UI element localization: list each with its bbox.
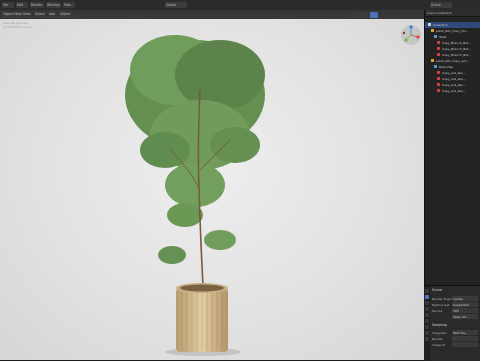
- sampling-section-header[interactable]: Sampling: [432, 323, 447, 327]
- outliner-row[interactable]: Copy_Branch_Bot...: [425, 46, 480, 52]
- material-icon: [437, 89, 440, 92]
- pot: [176, 283, 228, 352]
- outliner-row[interactable]: Collection: [425, 22, 480, 28]
- collection-icon: [428, 23, 431, 26]
- mesh-icon: [434, 35, 437, 38]
- menu-help[interactable]: Help: [63, 2, 75, 8]
- integrator-row[interactable]: Integrator Path Tra...: [432, 330, 478, 335]
- outliner-row[interactable]: Copy_ent_abs...: [425, 76, 480, 82]
- scene-tab-icon[interactable]: [425, 313, 429, 317]
- outliner-row[interactable]: plant_001_Copy_ent...: [425, 58, 480, 64]
- render-samples-field[interactable]: [452, 336, 478, 341]
- menu-file[interactable]: File: [2, 2, 14, 8]
- material-icon: [437, 53, 440, 56]
- outliner-row[interactable]: Copy_Branch_Bot...: [425, 52, 480, 58]
- viewport-samples-row[interactable]: Viewport: [432, 342, 478, 347]
- object-icon: [431, 29, 434, 32]
- material-icon: [437, 41, 440, 44]
- material-tab-icon[interactable]: [425, 337, 429, 341]
- outliner-row[interactable]: Branches: [425, 64, 480, 70]
- render-samples-row[interactable]: Render: [432, 336, 478, 341]
- render-engine-select[interactable]: Cycles: [452, 296, 478, 301]
- material-icon: [437, 71, 440, 74]
- 3d-viewport[interactable]: Object Mode View Select Add Object User …: [0, 10, 424, 360]
- object-icon: [431, 59, 434, 62]
- outliner-header: Scene Collection: [425, 10, 480, 17]
- output-tab-icon[interactable]: [425, 301, 429, 305]
- open-shading-checkbox[interactable]: Open Sh...: [452, 314, 478, 319]
- material-icon: [437, 83, 440, 86]
- outliner-row[interactable]: Copy_ent_abs...: [425, 82, 480, 88]
- menu-window[interactable]: Window: [46, 2, 61, 8]
- feature-set-select[interactable]: Supported: [452, 302, 478, 307]
- feature-set-row[interactable]: Feature Set Supported: [432, 302, 478, 307]
- object-tab-icon[interactable]: [425, 325, 429, 329]
- render-engine-row[interactable]: Render Engine Cycles: [432, 296, 478, 301]
- properties-tabs: [424, 286, 430, 361]
- properties-header: Scene: [432, 288, 442, 292]
- material-icon: [437, 77, 440, 80]
- mesh-icon: [434, 65, 437, 68]
- menu-edit[interactable]: Edit: [16, 2, 28, 8]
- outliner-row[interactable]: Copy_ent_abs...: [425, 88, 480, 94]
- integrator-select[interactable]: Path Tra...: [452, 330, 478, 335]
- outliner-row[interactable]: plant_001_Copy_Do...: [425, 28, 480, 34]
- foliage: [125, 35, 265, 264]
- render-tab-icon[interactable]: [425, 295, 429, 299]
- device-select[interactable]: CPU: [452, 308, 478, 313]
- plant-render: [125, 35, 265, 356]
- menu-render[interactable]: Render: [30, 2, 44, 8]
- viewport-samples-field[interactable]: [452, 342, 478, 347]
- material-icon: [437, 47, 440, 50]
- open-shading-row[interactable]: Open Sh...: [432, 314, 478, 319]
- view-layer-tab-icon[interactable]: [425, 307, 429, 311]
- world-tab-icon[interactable]: [425, 319, 429, 323]
- outliner-row[interactable]: Stalk: [425, 34, 480, 40]
- modifier-tab-icon[interactable]: [425, 331, 429, 335]
- outliner-row[interactable]: Copy_Branch_Bot...: [425, 40, 480, 46]
- device-row[interactable]: Device CPU: [432, 308, 478, 313]
- outliner-row[interactable]: Copy_ent_abs...: [425, 70, 480, 76]
- tool-tab-icon[interactable]: [425, 289, 429, 293]
- transform-orientation-dropdown[interactable]: Global: [165, 2, 187, 8]
- scene-selector[interactable]: Scene: [430, 2, 452, 8]
- top-menu-bar: File Edit Render Window Help Global Scen…: [0, 0, 480, 10]
- properties-panel: Scene Render Engine Cycles Feature Set S…: [424, 285, 480, 361]
